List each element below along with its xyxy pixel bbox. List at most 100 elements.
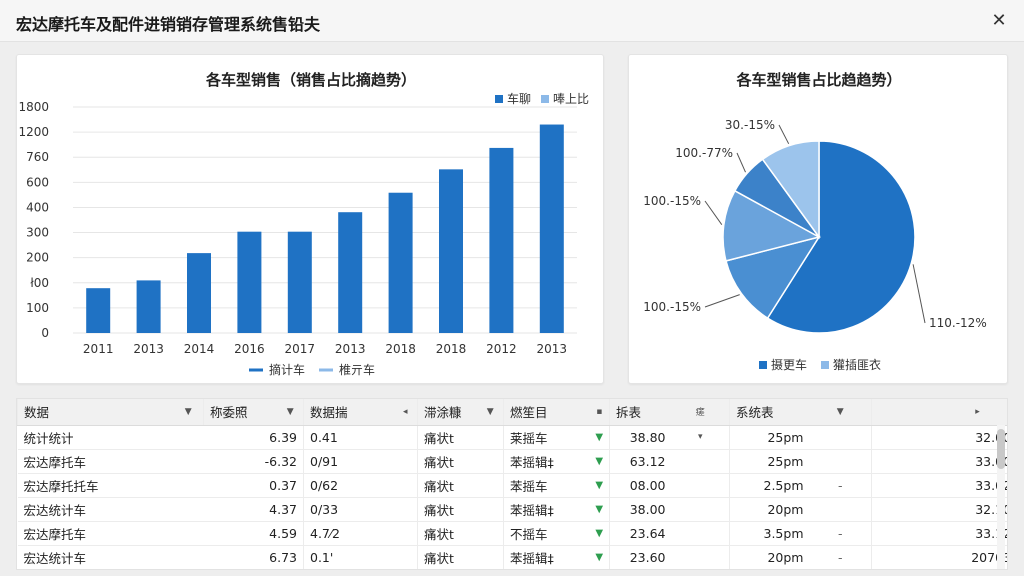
table-row[interactable]: 宏达摩托托车0.370/62痛状t苯摇车▼08.002.5pm-33.022.0…	[17, 473, 1007, 498]
table-cell: -	[809, 521, 872, 546]
table-cell: 莱摇车	[503, 425, 590, 450]
column-sort-caret-3[interactable]: ▼	[477, 399, 504, 426]
bar-y-tick-7: 760	[26, 150, 49, 164]
table-cell: 宏达统计车	[17, 545, 204, 569]
bar-x-tick-6: 2018	[385, 342, 416, 356]
table-cell	[809, 449, 872, 474]
pie-leader-1	[704, 294, 740, 308]
table-cell[interactable]	[671, 521, 730, 546]
bar-0	[86, 288, 111, 333]
bar-chart-title: 各车型销售（销售占比摘趋势）	[205, 71, 416, 89]
column-header-2[interactable]: 数据揣	[303, 399, 394, 426]
pie-label-1: 100.-15%	[643, 300, 701, 314]
column-header-7[interactable]	[871, 399, 938, 426]
table-cell[interactable]	[671, 473, 730, 498]
bar-y-tick-8: 1200	[18, 125, 49, 139]
close-icon[interactable]: ✕	[986, 8, 1012, 34]
bar-x-tick-4: 2017	[285, 342, 316, 356]
table-cell: 4.7⁄2	[303, 521, 418, 546]
column-header-0[interactable]: 数据	[17, 399, 174, 426]
bar-y-tick-9: 1800	[18, 100, 49, 114]
column-header-1[interactable]: 称委照	[203, 399, 278, 426]
table-row[interactable]: 统计统计6.390.41痛状t莱摇车▼38.80▾25pm32.0012.1.0…	[17, 425, 1007, 450]
table-scrollbar-thumb[interactable]	[997, 429, 1005, 469]
table-row[interactable]: 宏达摩托车-6.320/91痛状t苯摇辑‡▼63.1225pm33.002.55	[17, 449, 1007, 474]
table-cell: 痛状t	[417, 545, 504, 569]
table-cell: 08.00	[609, 473, 672, 498]
table-cell[interactable]	[671, 545, 730, 569]
table-cell: 4.37	[203, 497, 304, 522]
table-cell: 痛状t	[417, 497, 504, 522]
bar-legend-top-label-1: 唪上比	[553, 92, 589, 106]
table-cell: -6.32	[203, 449, 304, 474]
table-cell: 痛状t	[417, 521, 504, 546]
table-row[interactable]: 宏达统计车4.370/33痛状t苯摇辑‡▼38.0020pm32.103.07	[17, 497, 1007, 522]
sales-data-table: 数据 ▼ 称委照 ▼ 数据揣 ◂ 滞涂糠 ▼ 燃笙目 ▪ 拆表瘥系统表 ▼ ▸ 统计统计 6.39 0.41…	[16, 398, 1008, 570]
bar-y-tick-2: ł00	[30, 276, 49, 290]
table-cell[interactable]	[671, 497, 730, 522]
table-cell: 0.1'	[303, 545, 418, 569]
bar-y-tick-5: 400	[26, 200, 49, 214]
table-cell: 苯摇辑‡	[503, 497, 590, 522]
column-sort-caret-7[interactable]: ▸	[937, 399, 1007, 426]
table-cell[interactable]: ▼	[589, 473, 610, 498]
bar-y-tick-1: 100	[26, 301, 49, 315]
pie-leader-3	[736, 152, 746, 173]
table-cell: 20pm	[729, 497, 810, 522]
bar-4	[287, 231, 312, 333]
table-cell: 25pm	[729, 449, 810, 474]
table-row[interactable]: 宏达统计车6.730.1'痛状t苯摇辑‡▼23.6020pm-2070334.3…	[17, 545, 1007, 569]
bar-7	[439, 169, 463, 333]
bar-6	[388, 192, 413, 333]
table-cell: 0.37	[203, 473, 304, 498]
table-cell: 统计统计	[17, 425, 204, 450]
table-cell: 宏达统计车	[17, 497, 204, 522]
table-cell[interactable]	[671, 449, 730, 474]
pie-label-0: 110.-12%	[929, 316, 987, 330]
table-cell: 不摇车	[503, 521, 590, 546]
table-cell[interactable]: ▼	[589, 449, 610, 474]
table-cell: 38.80	[609, 425, 672, 450]
bar-legend-top-swatch-1	[541, 95, 549, 103]
column-header-5[interactable]: 拆表	[609, 399, 672, 426]
table-cell: 痛状t	[417, 473, 504, 498]
bar-y-tick-4: 300	[26, 226, 49, 240]
bar-chart-panel: 各车型销售（销售占比摘趋势） 车聊 唪上比 0 100 ł00 200 300 400 600 76…	[16, 54, 604, 384]
column-sort-caret-0[interactable]: ▼	[173, 399, 204, 426]
table-cell[interactable]: ▼	[589, 425, 610, 450]
column-header-3[interactable]: 滞涂糠	[417, 399, 478, 426]
table-cell: 4.59	[203, 521, 304, 546]
bar-legend-bottom-label-0: 摘计车	[269, 362, 305, 377]
table-cell[interactable]: ▾	[671, 425, 730, 450]
table-cell: 2.5pm	[729, 473, 810, 498]
column-sort-caret-5[interactable]: 瘥	[671, 399, 730, 426]
table-cell: 3.5pm	[729, 521, 810, 546]
pie-legend-label-0: 摄更车	[771, 357, 807, 372]
table-row[interactable]: 宏达摩托车4.594.7⁄2痛状t不摇车▼23.643.5pm-33.124.0…	[17, 521, 1007, 546]
pie-chart: 各车型销售占比趋趋势） 110.-12% 100.-15% 100.-15% 100.-…	[643, 71, 987, 372]
column-header-4[interactable]: 燃笙目	[503, 399, 590, 426]
bar-y-tick-0: 0	[41, 326, 49, 340]
table-cell: 宏达摩托车	[17, 449, 204, 474]
table-cell: 20pm	[729, 545, 810, 569]
column-sort-caret-2[interactable]: ◂	[393, 399, 418, 426]
table-cell: 33.12	[871, 521, 1007, 546]
table-cell: 0.41	[303, 425, 418, 450]
pie-legend-swatch-0	[759, 361, 767, 369]
table-cell: -	[809, 545, 872, 569]
bar-y-tick-3: 200	[26, 251, 49, 265]
table-cell[interactable]: ▼	[589, 497, 610, 522]
bar-x-tick-9: 2013	[537, 342, 568, 356]
table-cell	[809, 497, 872, 522]
column-header-6[interactable]: 系统表	[729, 399, 810, 426]
column-sort-caret-4[interactable]: ▪	[589, 399, 610, 426]
bar-x-tick-7: 2018	[436, 342, 467, 356]
column-sort-caret-6[interactable]: ▼	[809, 399, 872, 426]
table-cell[interactable]: ▼	[589, 521, 610, 546]
table-cell: 痛状t	[417, 425, 504, 450]
table-cell[interactable]: ▼	[589, 545, 610, 569]
table-cell: 痛状t	[417, 449, 504, 474]
table-cell: 33.02	[871, 473, 1007, 498]
bar-x-tick-1: 2013	[133, 342, 164, 356]
column-sort-caret-1[interactable]: ▼	[277, 399, 304, 426]
